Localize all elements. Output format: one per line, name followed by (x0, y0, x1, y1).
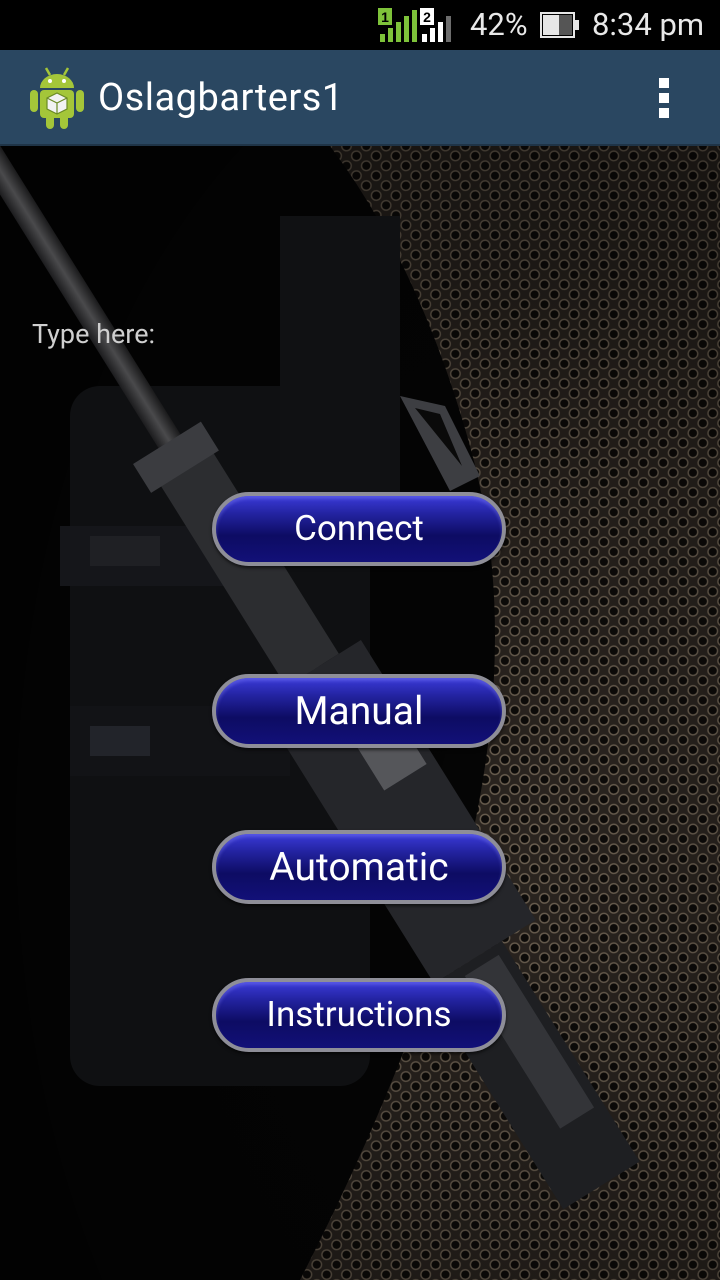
instructions-button[interactable]: Instructions (212, 978, 506, 1052)
sim2-signal-icon: 2 (420, 8, 451, 42)
manual-button[interactable]: Manual (212, 674, 506, 748)
battery-icon (540, 12, 579, 38)
android-robot-icon (30, 67, 84, 129)
main-content: Type here: Connect Manual Automatic Inst… (0, 146, 720, 1280)
screen: 1 2 42% 8:34 pm Oslagbarters1 Type here:… (0, 0, 720, 1280)
action-bar: Oslagbarters1 (0, 50, 720, 146)
status-bar: 1 2 42% 8:34 pm (0, 0, 720, 50)
app-title: Oslagbarters1 (98, 76, 344, 120)
svg-text:2: 2 (423, 9, 431, 25)
connect-button[interactable]: Connect (212, 492, 506, 566)
type-here-label: Type here: (32, 318, 156, 350)
overflow-menu-icon[interactable] (648, 74, 680, 122)
battery-percent: 42% (470, 6, 528, 43)
svg-text:1: 1 (381, 9, 389, 25)
clock: 8:34 pm (592, 6, 705, 43)
automatic-button[interactable]: Automatic (212, 830, 506, 904)
sim1-signal-icon: 1 (378, 8, 417, 42)
